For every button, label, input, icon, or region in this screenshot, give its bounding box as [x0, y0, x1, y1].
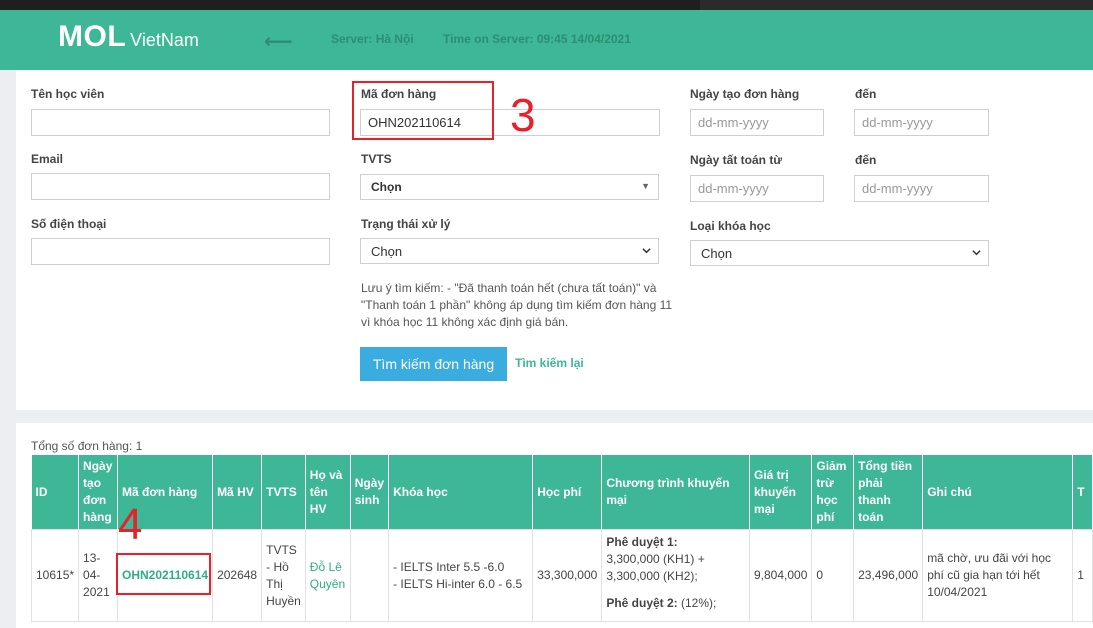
cell-tvts: TVTS - Hồ Thị Huyền — [261, 529, 306, 622]
promo-approval-1-title: Phê duyệt 1: — [606, 535, 678, 549]
promo-approval-2-title: Phê duyệt 2: — [606, 596, 678, 610]
email-label: Email — [31, 152, 64, 166]
highlight-box-order-code — [116, 553, 211, 595]
course-item: - IELTS Hi-inter 6.0 - 6.5 — [393, 576, 523, 591]
created-to-input[interactable]: dd-mm-yyyy — [854, 109, 989, 136]
created-to-label: đến — [855, 87, 877, 101]
course-type-label: Loại khóa học — [690, 219, 771, 233]
arrow-left-icon[interactable]: ⟵ — [264, 29, 293, 54]
status-select[interactable]: Chọn — [360, 238, 659, 264]
table-header-row: ID Ngày tạo đơn hàng Mã đơn hàng Mã HV T… — [31, 455, 1093, 530]
settled-date-label: Ngày tất toán từ — [690, 153, 783, 167]
created-from-input[interactable]: dd-mm-yyyy — [690, 109, 824, 136]
promo-approval-2-text: (12%); — [681, 596, 717, 610]
tvts-label: TVTS — [361, 152, 392, 166]
logo-main: MOL — [58, 20, 127, 53]
col-student-code[interactable]: Mã HV — [212, 455, 263, 530]
cell-note: mã chờ, ưu đãi với học phí cũ gia hạn tớ… — [922, 529, 1074, 622]
total-orders: Tổng số đơn hàng: 1 — [31, 439, 143, 453]
col-extra[interactable]: T — [1072, 455, 1093, 530]
search-note: Lưu ý tìm kiếm: - "Đã thanh toán hết (ch… — [361, 281, 673, 329]
server-label: Server: Hà Nội — [331, 32, 414, 46]
step-4-annotation: 4 — [118, 500, 143, 549]
cell-extra: 1 — [1072, 529, 1093, 622]
col-course[interactable]: Khóa học — [388, 455, 534, 530]
col-student-name[interactable]: Họ và tên HV — [305, 455, 351, 530]
results-panel: Tổng số đơn hàng: 1 ID Ngày tạo đơn hàng… — [16, 423, 1093, 628]
cell-created: 13-04-2021 — [78, 529, 118, 622]
col-fee[interactable]: Học phí — [532, 455, 603, 530]
tvts-select[interactable]: Chọn ▼ — [360, 174, 659, 200]
student-name-link[interactable]: Đỗ Lê Quyên — [304, 529, 351, 622]
cell-promo-value: 9,804,000 — [748, 529, 813, 622]
highlight-box-order-input — [352, 81, 494, 140]
cell-dob — [349, 529, 390, 622]
cell-student-code: 202648 — [212, 529, 263, 622]
step-3-annotation: 3 — [510, 89, 536, 141]
cell-total: 23,496,000 — [853, 529, 924, 622]
cell-id: 10615* — [30, 529, 80, 622]
reset-search-link[interactable]: Tìm kiếm lại — [515, 356, 584, 370]
col-total[interactable]: Tổng tiền phải thanh toán — [853, 455, 924, 530]
student-name-label: Tên học viên — [31, 87, 105, 101]
course-type-select-value: Chọn — [701, 246, 733, 261]
logo[interactable]: MOL VietNam — [58, 20, 199, 54]
created-date-label: Ngày tạo đơn hàng — [690, 87, 800, 101]
col-note[interactable]: Ghi chú — [922, 455, 1074, 530]
col-promo-program[interactable]: Chương trình khuyến mại — [601, 455, 750, 530]
status-select-value: Chọn — [371, 244, 403, 259]
col-promo-value[interactable]: Giá trị khuyến mại — [749, 455, 813, 530]
student-name-input[interactable] — [31, 109, 330, 136]
promo-approval-1-text: 3,300,000 (KH1) + 3,300,000 (KH2); — [606, 552, 705, 583]
search-panel: Tên học viên Mã đơn hàng OHN202110614 Ng… — [16, 70, 1093, 410]
cell-fee: 33,300,000 — [532, 529, 603, 622]
col-id[interactable]: ID — [31, 455, 80, 530]
chevron-down-icon — [972, 250, 981, 256]
settled-to-label: đến — [855, 153, 877, 167]
cell-course: - IELTS Inter 5.5 -6.0 - IELTS Hi-inter … — [388, 529, 534, 622]
app-header: MOL VietNam ⟵ Server: Hà Nội Time on Serv… — [0, 10, 1093, 70]
col-created[interactable]: Ngày tạo đơn hàng — [78, 455, 118, 530]
cell-deduction: 0 — [811, 529, 855, 622]
course-item: - IELTS Inter 5.5 -6.0 — [393, 559, 505, 574]
cell-promo-program: Phê duyệt 1: 3,300,000 (KH1) + 3,300,000… — [601, 529, 750, 622]
phone-input[interactable] — [31, 238, 330, 265]
email-input[interactable] — [31, 173, 330, 200]
browser-top-strip — [0, 0, 1093, 10]
server-time: Time on Server: 09:45 14/04/2021 — [443, 32, 631, 46]
search-orders-button[interactable]: Tìm kiếm đơn hàng — [360, 347, 507, 381]
logo-sub: VietNam — [130, 30, 199, 50]
col-dob[interactable]: Ngày sinh — [350, 455, 390, 530]
settled-from-input[interactable]: dd-mm-yyyy — [690, 175, 824, 202]
phone-label: Số điện thoại — [31, 217, 107, 231]
course-type-select[interactable]: Chọn — [690, 240, 989, 266]
caret-down-icon: ▼ — [641, 181, 650, 191]
status-label: Trạng thái xử lý — [361, 217, 451, 231]
col-deduction[interactable]: Giảm trừ học phí — [811, 455, 855, 530]
chevron-down-icon — [642, 248, 651, 254]
tvts-select-value: Chọn — [371, 180, 402, 194]
orders-table: ID Ngày tạo đơn hàng Mã đơn hàng Mã HV T… — [30, 455, 1093, 622]
settled-to-input[interactable]: dd-mm-yyyy — [854, 175, 989, 202]
col-tvts[interactable]: TVTS — [261, 455, 306, 530]
